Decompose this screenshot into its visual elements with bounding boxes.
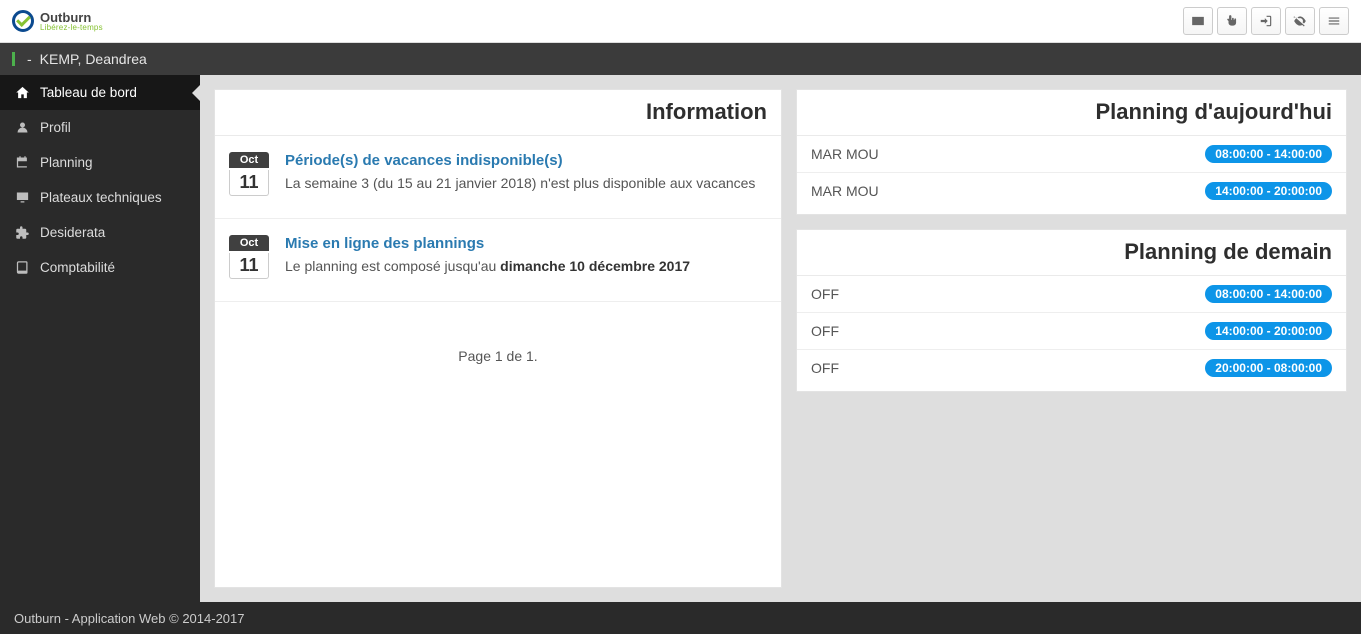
planning-label: MAR MOU — [811, 146, 879, 162]
news-title[interactable]: Période(s) de vacances indisponible(s) — [285, 152, 767, 169]
user-prefix: - — [27, 51, 32, 67]
logo[interactable]: Outburn Libérez-le-temps — [12, 10, 103, 32]
sidebar-item-label: Planning — [40, 155, 93, 170]
top-actions — [1183, 7, 1349, 35]
news-item: Oct 11 Mise en ligne des plannings Le pl… — [215, 219, 781, 302]
monitor-icon — [14, 190, 30, 205]
planning-label: OFF — [811, 286, 839, 302]
planning-row: MAR MOU 14:00:00 - 20:00:00 — [797, 173, 1346, 214]
planning-row: OFF 14:00:00 - 20:00:00 — [797, 313, 1346, 350]
sidebar-item-label: Desiderata — [40, 225, 105, 240]
sidebar-item-planning[interactable]: Planning — [0, 145, 200, 180]
date-badge: Oct 11 — [229, 235, 269, 279]
puzzle-icon — [14, 225, 30, 240]
calendar-icon — [14, 155, 30, 170]
planning-row: MAR MOU 08:00:00 - 14:00:00 — [797, 136, 1346, 173]
time-pill: 08:00:00 - 14:00:00 — [1205, 285, 1332, 303]
today-panel: Planning d'aujourd'hui MAR MOU 08:00:00 … — [796, 89, 1347, 215]
tomorrow-panel: Planning de demain OFF 08:00:00 - 14:00:… — [796, 229, 1347, 392]
news-title[interactable]: Mise en ligne des plannings — [285, 235, 767, 252]
top-header: Outburn Libérez-le-temps — [0, 0, 1361, 43]
sidebar-item-label: Comptabilité — [40, 260, 115, 275]
pager: Page 1 de 1. — [215, 302, 781, 444]
eye-slash-icon[interactable] — [1285, 7, 1315, 35]
home-icon — [14, 85, 30, 100]
sidebar-item-comptabilite[interactable]: Comptabilité — [0, 250, 200, 285]
tomorrow-panel-title: Planning de demain — [797, 230, 1346, 276]
footer: Outburn - Application Web © 2014-2017 — [0, 602, 1361, 634]
date-day: 11 — [229, 253, 269, 279]
news-text: La semaine 3 (du 15 au 21 janvier 2018) … — [285, 175, 767, 191]
user-icon — [14, 120, 30, 135]
date-month: Oct — [229, 152, 269, 168]
sidebar-item-profile[interactable]: Profil — [0, 110, 200, 145]
today-panel-title: Planning d'aujourd'hui — [797, 90, 1346, 136]
planning-label: OFF — [811, 323, 839, 339]
planning-row: OFF 08:00:00 - 14:00:00 — [797, 276, 1346, 313]
brand-tagline: Libérez-le-temps — [40, 23, 103, 32]
sidebar: Tableau de bord Profil Planning Plateaux… — [0, 75, 200, 602]
time-pill: 20:00:00 - 08:00:00 — [1205, 359, 1332, 377]
main-content: Information Oct 11 Période(s) de vacance… — [200, 75, 1361, 602]
user-bar: - KEMP, Deandrea — [0, 43, 1361, 75]
sidebar-item-label: Tableau de bord — [40, 85, 137, 100]
date-month: Oct — [229, 235, 269, 251]
book-icon — [14, 260, 30, 275]
sign-out-icon[interactable] — [1251, 7, 1281, 35]
date-day: 11 — [229, 170, 269, 196]
sidebar-item-plateaux[interactable]: Plateaux techniques — [0, 180, 200, 215]
time-pill: 08:00:00 - 14:00:00 — [1205, 145, 1332, 163]
menu-icon[interactable] — [1319, 7, 1349, 35]
news-item: Oct 11 Période(s) de vacances indisponib… — [215, 136, 781, 219]
planning-row: OFF 20:00:00 - 08:00:00 — [797, 350, 1346, 391]
date-badge: Oct 11 — [229, 152, 269, 196]
hand-point-icon[interactable] — [1217, 7, 1247, 35]
sidebar-item-label: Profil — [40, 120, 71, 135]
user-name: KEMP, Deandrea — [40, 51, 147, 67]
planning-label: MAR MOU — [811, 183, 879, 199]
time-pill: 14:00:00 - 20:00:00 — [1205, 182, 1332, 200]
sidebar-item-desiderata[interactable]: Desiderata — [0, 215, 200, 250]
footer-text: Outburn - Application Web © 2014-2017 — [14, 611, 244, 626]
envelope-icon[interactable] — [1183, 7, 1213, 35]
time-pill: 14:00:00 - 20:00:00 — [1205, 322, 1332, 340]
sidebar-item-dashboard[interactable]: Tableau de bord — [0, 75, 200, 110]
planning-label: OFF — [811, 360, 839, 376]
information-panel: Information Oct 11 Période(s) de vacance… — [214, 89, 782, 588]
news-text: Le planning est composé jusqu'au dimanch… — [285, 258, 767, 274]
status-indicator-icon — [12, 52, 15, 66]
sidebar-item-label: Plateaux techniques — [40, 190, 162, 205]
logo-mark-icon — [12, 10, 34, 32]
information-panel-title: Information — [215, 90, 781, 136]
